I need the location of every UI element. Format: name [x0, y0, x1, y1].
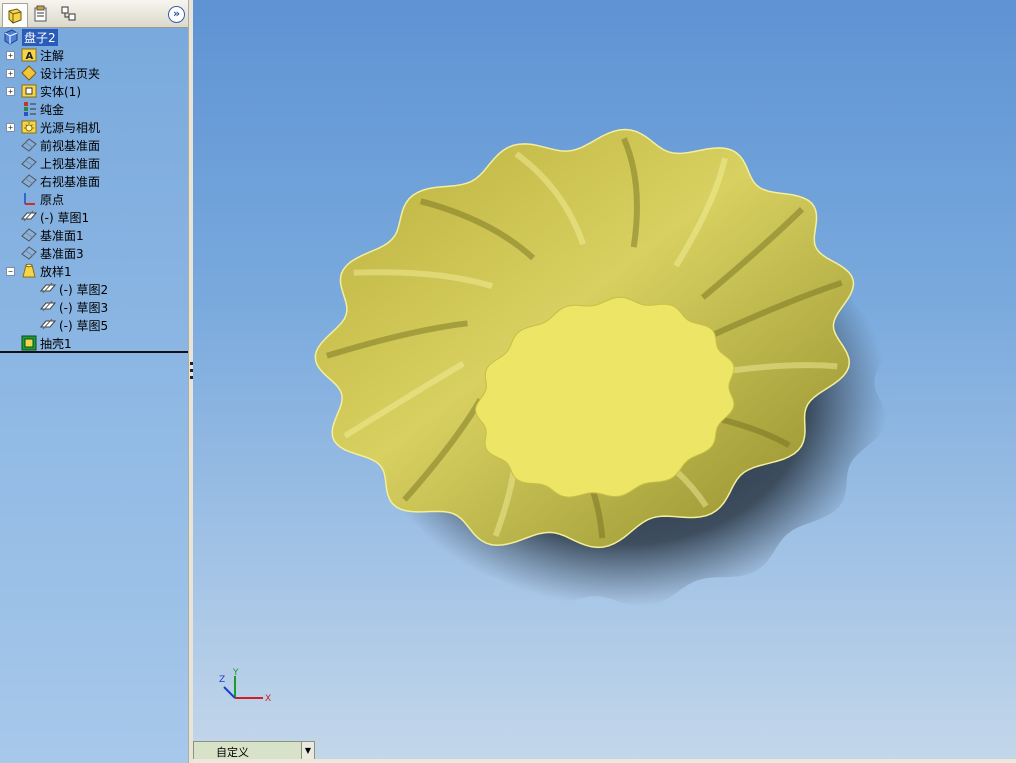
tree-item[interactable]: (-) 草图5 [40, 316, 108, 334]
tree-item[interactable]: 实体(1) [21, 82, 81, 100]
plane-icon [21, 246, 37, 260]
tree-item-label: 盘子2 [22, 28, 58, 46]
property-manager-icon [34, 5, 47, 22]
view-orientation-value: 自定义 [216, 746, 249, 759]
design-binder-icon [21, 65, 37, 81]
axis-triad: X Y Z [219, 668, 271, 704]
svg-text:A: A [26, 51, 34, 62]
plane-icon [21, 138, 37, 152]
tree-item-label: 前视基准面 [40, 138, 101, 153]
tree-item[interactable]: 光源与相机 [21, 118, 100, 136]
tree-item[interactable]: 前视基准面 [21, 136, 100, 154]
tree-item-label: 上视基准面 [40, 156, 101, 171]
z-axis-label: Z [219, 675, 225, 685]
tree-item[interactable]: 放样1 [21, 262, 72, 280]
feature-manager-panel: » 盘子2 A 注解 + 设计活页夹 + 实体(1) + 纯金光源与相机 + 前视基准面上视基准面右… [0, 0, 188, 763]
tree-item[interactable]: 右视基准面 [21, 172, 100, 190]
tree-item[interactable]: (-) 草图2 [40, 280, 108, 298]
tree-item-label: 光源与相机 [40, 120, 101, 135]
tree-item[interactable]: 抽壳1 [21, 334, 72, 352]
view-orientation-select[interactable]: 自定义 ▼ [193, 741, 315, 760]
origin-icon [24, 193, 35, 205]
sketch-icon [40, 300, 56, 312]
sketch-icon [40, 318, 56, 330]
expand-panel-button[interactable]: » [168, 6, 185, 23]
property-manager-tab[interactable] [29, 3, 53, 25]
annotations-icon: A [21, 48, 37, 62]
panel-tab-strip: » [0, 0, 188, 28]
tree-root-item[interactable]: 盘子2 [3, 28, 58, 46]
chevron-down-icon[interactable]: ▼ [301, 742, 314, 759]
plane-icon [21, 156, 37, 170]
tree-item[interactable]: (-) 草图1 [21, 208, 89, 226]
tree-item-label: (-) 草图5 [59, 318, 109, 333]
sketch-icon [21, 210, 37, 222]
expand-toggle-icon[interactable]: + [6, 69, 15, 78]
graphics-viewport[interactable]: X Y Z [193, 0, 1016, 763]
tree-item-label: 基准面3 [40, 246, 84, 261]
tree-item[interactable]: 纯金 [21, 100, 64, 118]
tree-item-label: 实体(1) [40, 84, 81, 99]
part-icon [4, 29, 18, 45]
shell-icon [21, 335, 37, 351]
tree-item-label: 基准面1 [40, 228, 84, 243]
x-axis-label: X [265, 694, 271, 704]
tree-item-label: 放样1 [40, 264, 72, 279]
tree-item-label: 抽壳1 [40, 336, 72, 351]
tree-item-label: 纯金 [40, 102, 65, 117]
y-axis-label: Y [232, 668, 239, 678]
lights-cameras-icon [21, 120, 37, 134]
tree-item-label: 设计活页夹 [40, 66, 101, 81]
tree-item-label: (-) 草图3 [59, 300, 109, 315]
tree-item[interactable]: 上视基准面 [21, 154, 100, 172]
tree-item[interactable]: 基准面3 [21, 244, 84, 262]
bowl-model[interactable] [193, 0, 1016, 763]
plane-icon [21, 228, 37, 242]
tree-item[interactable]: 原点 [21, 190, 64, 208]
expand-toggle-icon[interactable]: + [6, 87, 15, 96]
sketch-icon [40, 282, 56, 294]
tree-item-label: 右视基准面 [40, 174, 101, 189]
plane-icon [21, 174, 37, 188]
tree-item-label: 注解 [40, 48, 65, 63]
configuration-manager-tab[interactable] [57, 3, 81, 25]
tree-item-label: (-) 草图1 [40, 210, 90, 225]
status-bar [193, 759, 1016, 763]
expand-toggle-icon[interactable]: + [6, 123, 15, 132]
solid-bodies-icon [21, 84, 37, 98]
tree-item[interactable]: 基准面1 [21, 226, 84, 244]
feature-tree-icon [8, 7, 22, 24]
tree-item-label: 原点 [40, 192, 65, 207]
loft-icon [22, 263, 36, 278]
rollback-bar[interactable] [0, 351, 188, 353]
tree-item[interactable]: 设计活页夹 [21, 64, 100, 82]
material-icon [24, 102, 36, 116]
tree-item[interactable]: A 注解 [21, 46, 64, 64]
feature-manager-tab[interactable] [2, 3, 28, 27]
configuration-icon [61, 6, 76, 21]
tree-item[interactable]: (-) 草图3 [40, 298, 108, 316]
expand-toggle-icon[interactable]: + [6, 51, 15, 60]
collapse-toggle-icon[interactable]: − [6, 267, 15, 276]
tree-item-label: (-) 草图2 [59, 282, 109, 297]
